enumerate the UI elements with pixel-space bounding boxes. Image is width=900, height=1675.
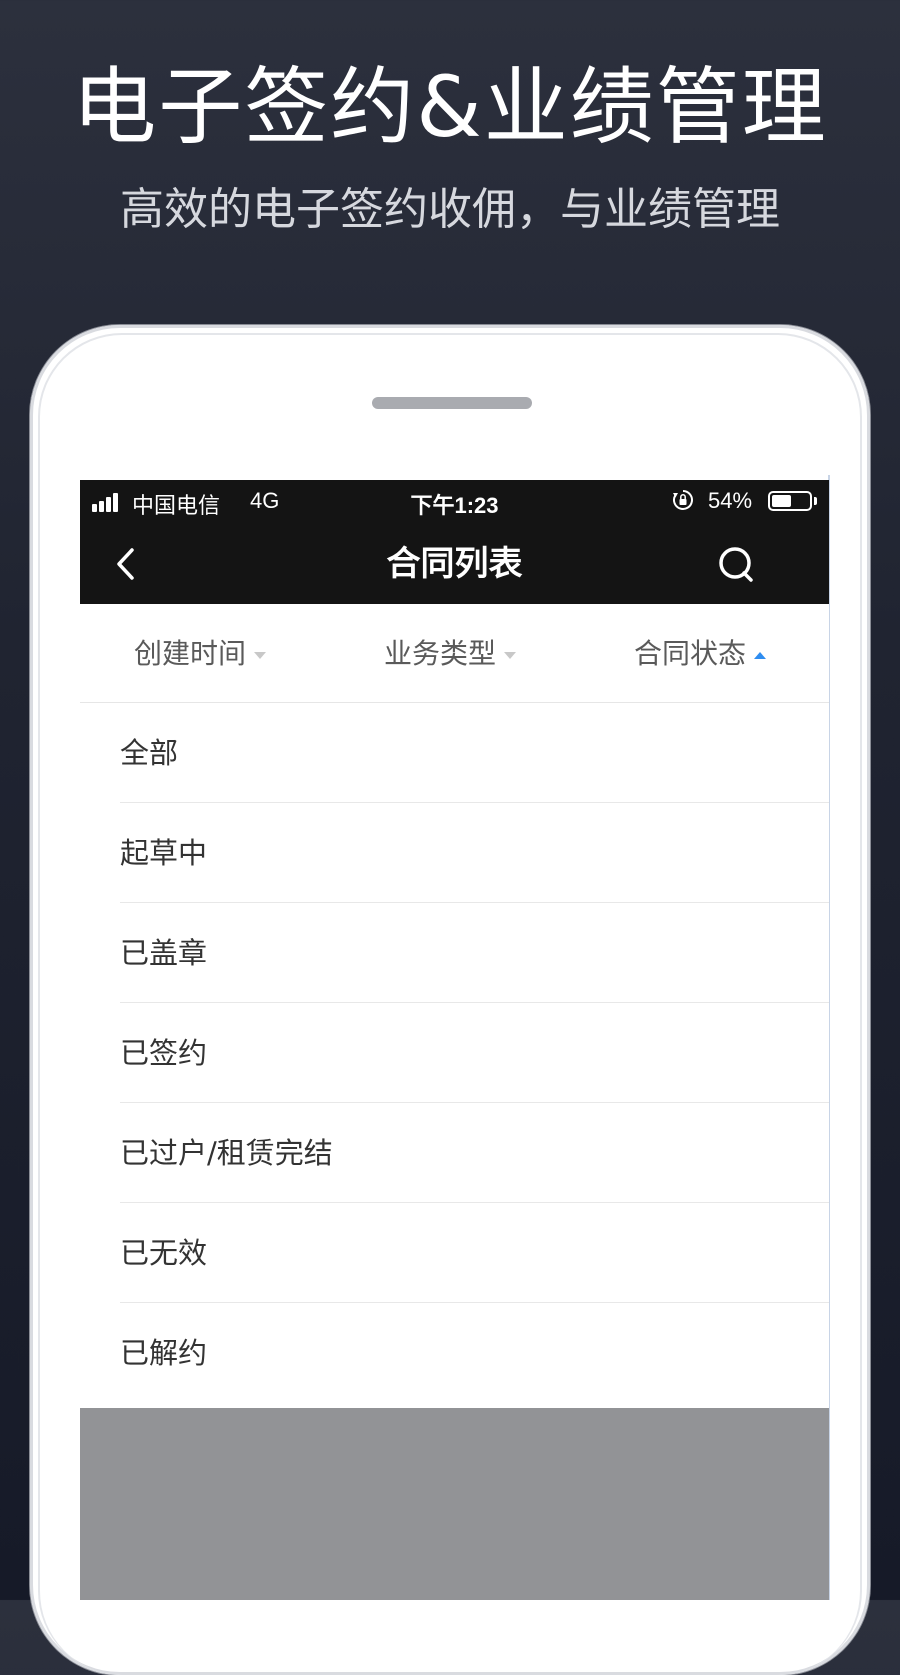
phone-screen: 中国电信 4G 下午1:23 54% 合同列表 创建时间 业务类型 合同状态 全… — [80, 480, 829, 1600]
orientation-lock-icon — [673, 490, 693, 510]
option-label: 已无效 — [120, 1236, 208, 1270]
filter-bar: 创建时间 业务类型 合同状态 — [80, 604, 829, 703]
option-label: 全部 — [120, 736, 179, 770]
status-option-transferred[interactable]: 已过户/租赁完结 — [120, 1103, 829, 1203]
option-label: 已签约 — [120, 1036, 208, 1070]
caret-down-icon — [254, 651, 267, 659]
search-icon[interactable] — [716, 544, 756, 584]
status-bar: 中国电信 4G 下午1:23 54% — [80, 480, 829, 524]
filter-label: 创建时间 — [134, 637, 247, 670]
filter-business-type[interactable]: 业务类型 — [384, 634, 517, 674]
battery-tip — [814, 497, 817, 505]
status-option-all[interactable]: 全部 — [120, 703, 829, 803]
filter-created-time[interactable]: 创建时间 — [134, 634, 267, 674]
status-option-signed[interactable]: 已签约 — [120, 1003, 829, 1103]
battery-icon — [768, 491, 812, 511]
option-label: 已解约 — [120, 1336, 208, 1370]
status-option-drafting[interactable]: 起草中 — [120, 803, 829, 903]
promo-subheadline: 高效的电子签约收佣，与业绩管理 — [120, 184, 780, 235]
option-label: 已盖章 — [120, 936, 208, 970]
option-label: 已过户/租赁完结 — [120, 1136, 333, 1170]
dimmed-overlay[interactable] — [80, 1408, 829, 1600]
filter-label: 业务类型 — [384, 637, 497, 670]
filter-contract-status[interactable]: 合同状态 — [634, 634, 767, 674]
option-label: 起草中 — [120, 836, 208, 870]
battery-percent: 54% — [708, 488, 753, 513]
phone-speaker — [372, 397, 532, 409]
status-option-terminated[interactable]: 已解约 — [120, 1303, 829, 1402]
status-option-invalid[interactable]: 已无效 — [120, 1203, 829, 1303]
caret-down-icon — [504, 651, 517, 659]
status-option-stamped[interactable]: 已盖章 — [120, 903, 829, 1003]
battery-fill — [772, 495, 791, 507]
promo-headline: 电子签约&业绩管理 — [72, 58, 828, 156]
filter-label: 合同状态 — [634, 637, 747, 670]
nav-bar: 合同列表 — [80, 524, 829, 604]
caret-up-icon — [754, 651, 767, 659]
status-option-list: 全部 起草中 已盖章 已签约 已过户/租赁完结 已无效 已解约 — [80, 703, 829, 1402]
